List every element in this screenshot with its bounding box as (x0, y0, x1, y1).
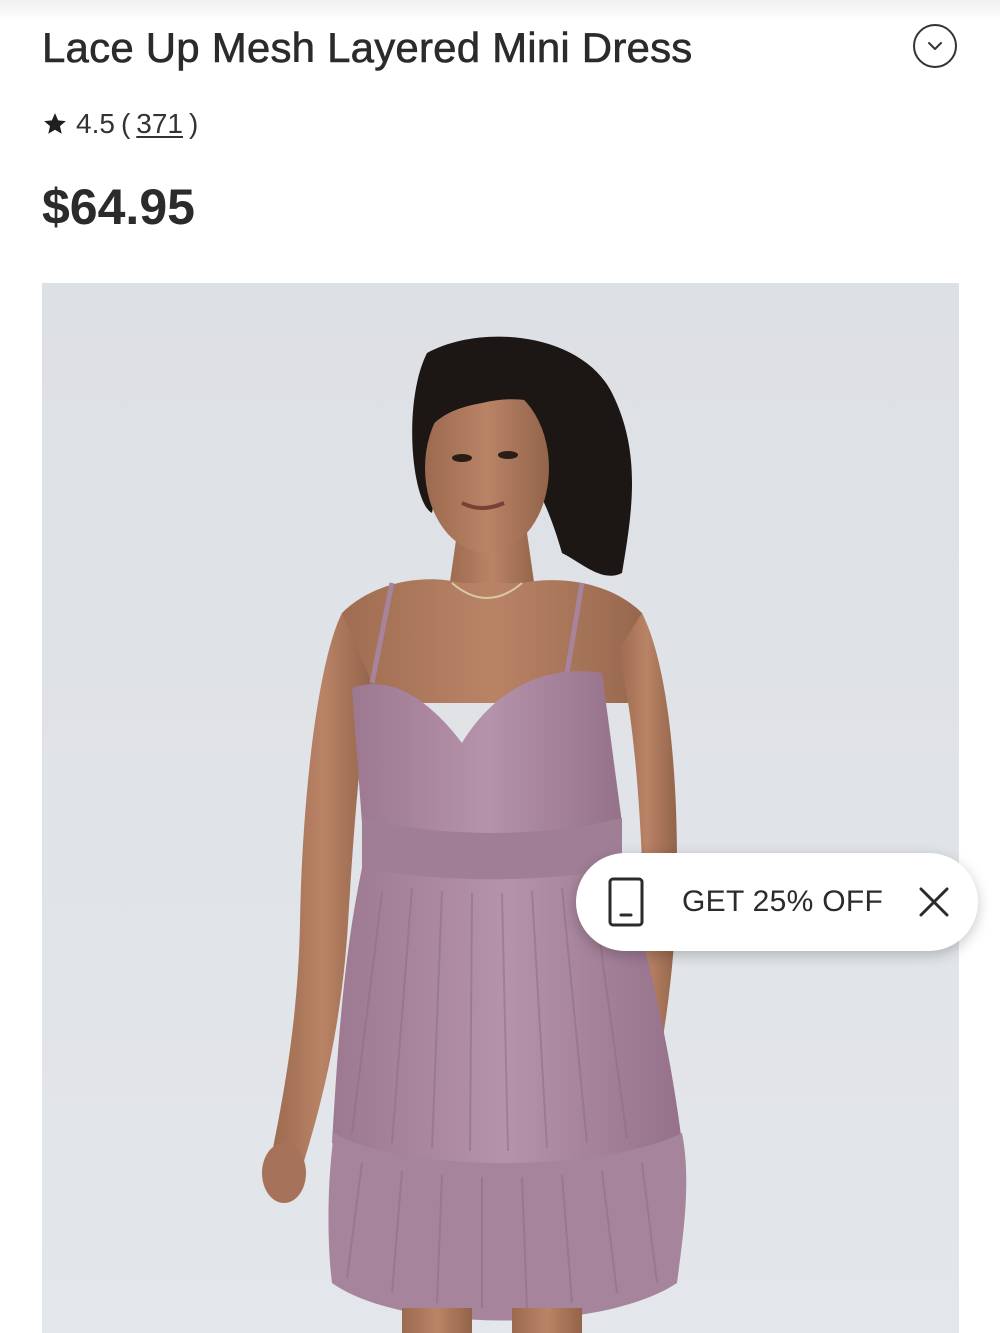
product-price: $64.95 (42, 179, 195, 235)
product-rating: 4.5 ( 371 ) (42, 104, 204, 144)
promo-offer-pill[interactable]: GET 25% OFF (576, 853, 978, 951)
expand-details-button[interactable] (913, 24, 957, 68)
product-image[interactable] (42, 283, 959, 1333)
product-title: Lace Up Mesh Layered Mini Dress (42, 24, 693, 72)
header-shadow (0, 0, 1000, 22)
rating-value: 4.5 (76, 108, 115, 139)
chevron-down-icon (928, 42, 942, 50)
phone-icon (608, 877, 644, 927)
rating-open-paren: ( (120, 108, 131, 139)
promo-label: GET 25% OFF (682, 885, 884, 918)
star-icon (44, 113, 66, 134)
close-icon[interactable] (916, 884, 952, 920)
rating-close-paren: ) (188, 108, 199, 139)
review-count-link[interactable]: 371 (136, 108, 183, 140)
product-photo-illustration (42, 283, 959, 1333)
